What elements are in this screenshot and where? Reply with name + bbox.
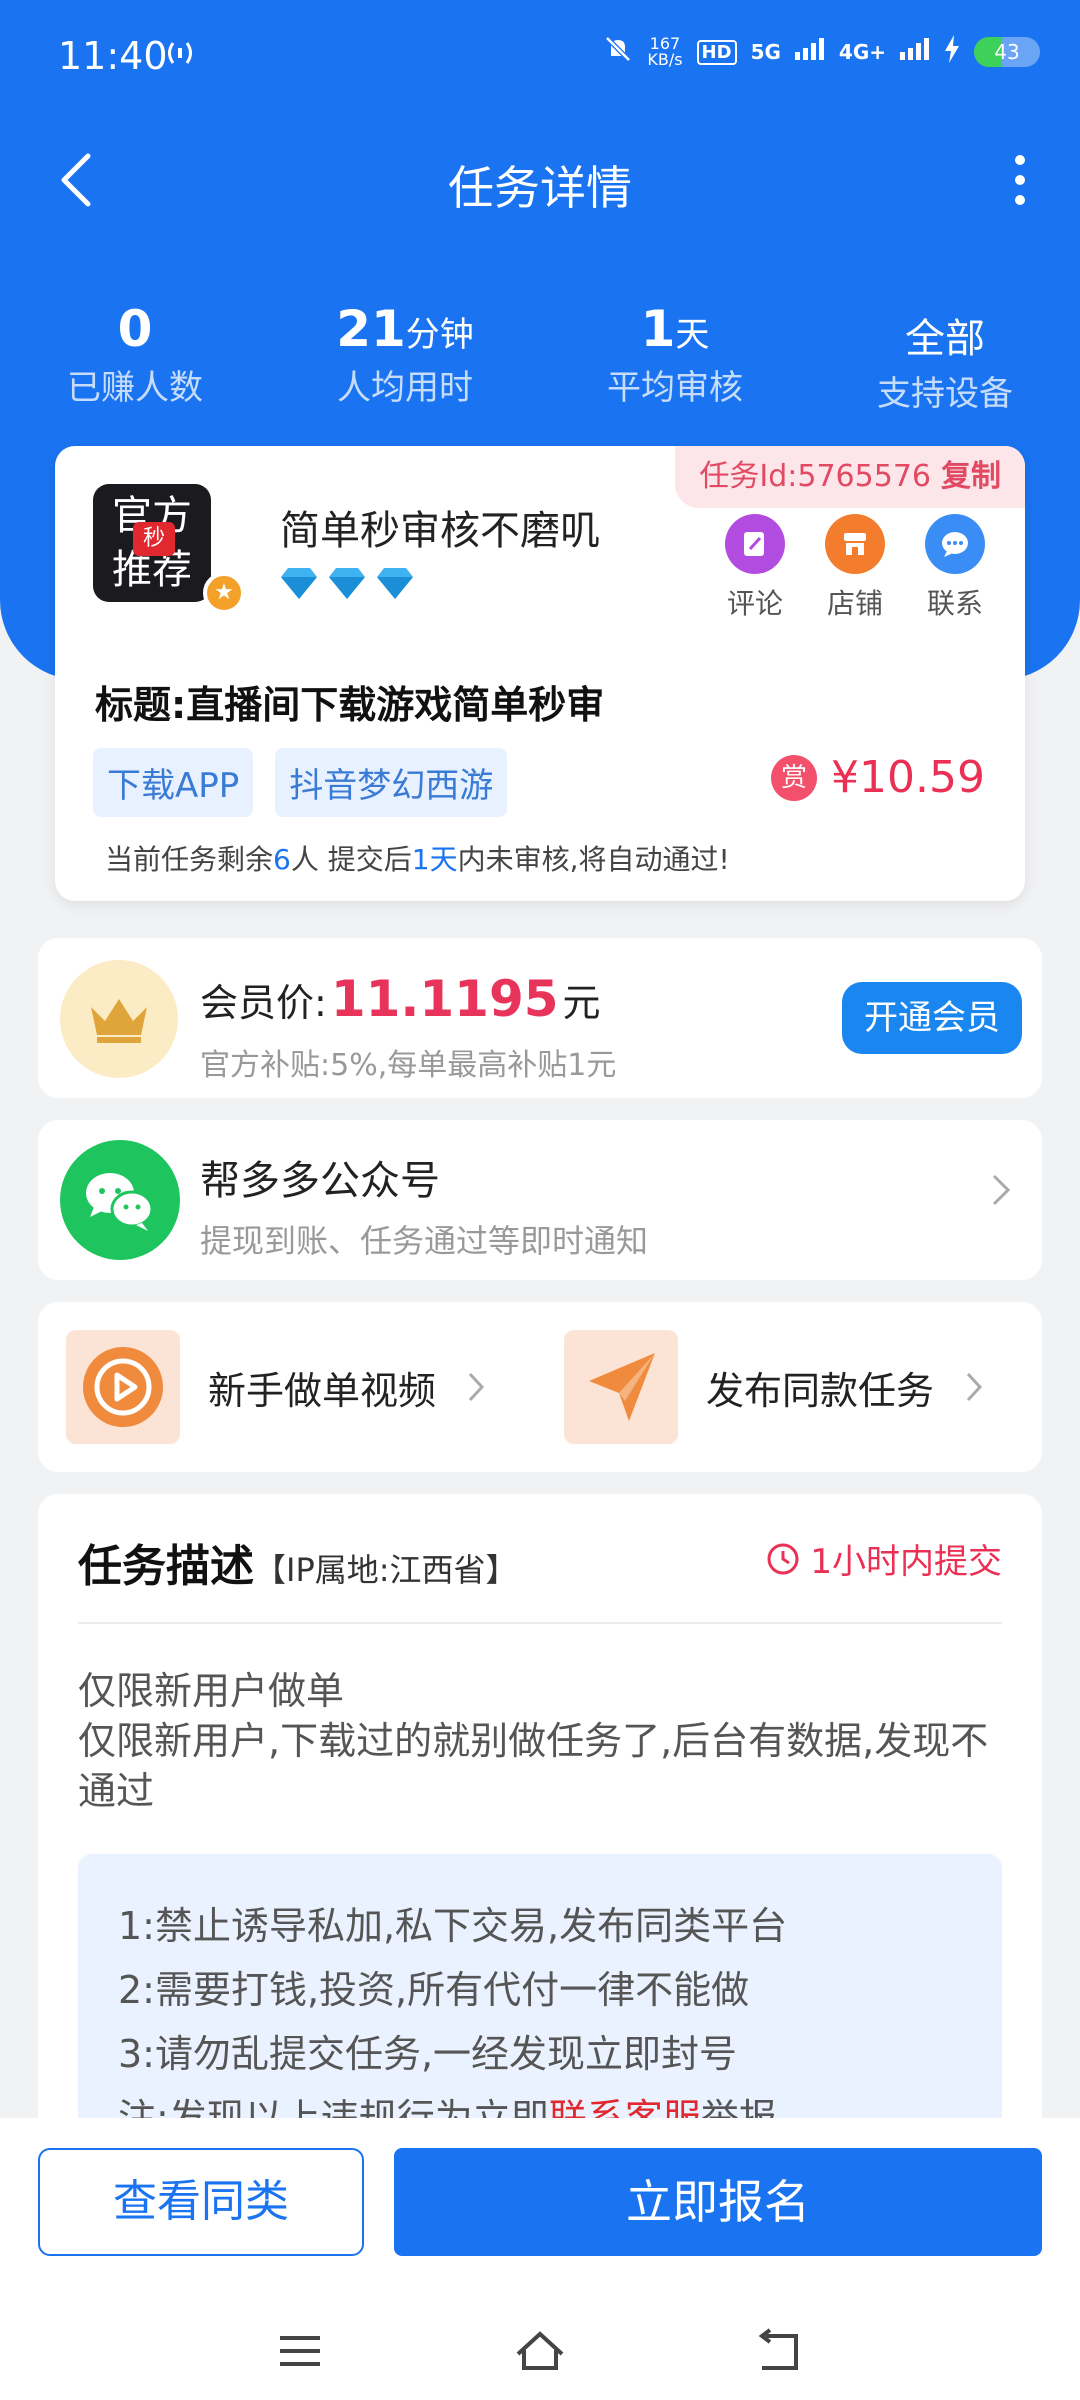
battery-indicator: 43 <box>974 37 1040 67</box>
crown-icon <box>60 960 178 1078</box>
task-stats: 0 已赚人数 21分钟 人均用时 1天 平均审核 全部 支持设备 <box>0 300 1080 420</box>
hd-icon: HD <box>696 39 737 65</box>
diamond-icon <box>377 568 413 599</box>
play-icon <box>66 1330 180 1444</box>
more-options-icon[interactable] <box>1000 150 1040 210</box>
stat-avg-review: 1天 平均审核 <box>607 300 743 408</box>
publish-same-task-link[interactable]: 发布同款任务 <box>564 1330 984 1444</box>
wechat-account-card[interactable]: 帮多多公众号 提现到账、任务通过等即时通知 <box>38 1120 1042 1280</box>
chat-icon <box>925 514 985 574</box>
stat-devices: 全部 支持设备 <box>877 316 1013 414</box>
view-similar-button[interactable]: 查看同类 <box>38 2148 364 2256</box>
logo-badge: 秒 <box>133 522 175 556</box>
task-id-badge: 任务Id:5765576 复制 <box>675 446 1025 508</box>
quick-actions-card: 新手做单视频 发布同款任务 <box>38 1302 1042 1472</box>
status-time: 11:40 <box>58 34 168 78</box>
diamond-icon <box>329 568 365 599</box>
reward-price: ¥10.59 <box>831 752 985 803</box>
diamond-icon <box>281 568 317 599</box>
task-id-label: 任务Id:5765576 <box>699 459 931 494</box>
wechat-title: 帮多多公众号 <box>200 1158 440 1204</box>
back-nav-icon[interactable] <box>750 2326 810 2376</box>
task-note: 当前任务剩余6人 提交后1天内未审核,将自动通过! <box>105 843 730 876</box>
task-description-card: 任务描述【IP属地:江西省】 1小时内提交 仅限新用户做单 仅限新用户,下载过的… <box>38 1494 1042 2214</box>
menu-icon[interactable] <box>270 2326 330 2376</box>
signal-icon <box>794 38 825 66</box>
bottom-action-bar: 查看同类 立即报名 <box>0 2118 1080 2400</box>
publisher-name: 简单秒审核不磨叽 <box>280 508 600 554</box>
network-4g: 4G+ <box>838 40 886 64</box>
wechat-subtitle: 提现到账、任务通过等即时通知 <box>200 1222 649 1260</box>
reward-badge: 赏 <box>771 754 818 801</box>
wechat-icon <box>60 1140 180 1260</box>
chevron-right-icon <box>468 1372 485 1402</box>
chevron-right-icon <box>990 1172 1012 1218</box>
vip-price: 会员价:11.1195 元 <box>200 970 601 1028</box>
publisher-logo: 官方 秒 推荐 ★ <box>93 484 245 614</box>
vip-subsidy-note: 官方补贴:5%,每单最高补贴1元 <box>200 1048 617 1083</box>
rule-item: 3:请勿乱提交任务,一经发现立即封号 <box>118 2032 738 2076</box>
task-actions: 评论 店铺 联系 <box>723 514 987 622</box>
comment-icon <box>725 514 785 574</box>
page-title: 任务详情 <box>448 161 632 215</box>
mute-icon <box>603 34 633 70</box>
task-title: 标题:直播间下载游戏简单秒审 <box>95 683 605 727</box>
comment-button[interactable]: 评论 <box>723 514 787 622</box>
time-limit: 1小时内提交 <box>766 1534 1002 1583</box>
chevron-right-icon <box>966 1372 983 1402</box>
reward: 赏 ¥10.59 <box>771 752 985 803</box>
task-card: 任务Id:5765576 复制 官方 秒 推荐 ★ 简单秒审核不磨叽 评论 店铺 <box>55 446 1025 901</box>
ip-location: 【IP属地:江西省】 <box>254 1551 518 1589</box>
nav-bar: 任务详情 <box>0 130 1080 230</box>
nfc-icon <box>163 40 197 73</box>
send-icon <box>564 1330 678 1444</box>
signal-icon <box>900 38 930 66</box>
task-tags: 下载APP 抖音梦幻西游 <box>93 748 508 817</box>
contact-button[interactable]: 联系 <box>923 514 987 622</box>
sign-up-button[interactable]: 立即报名 <box>394 2148 1042 2256</box>
divider <box>78 1622 1002 1624</box>
clock-icon <box>767 1543 799 1574</box>
rule-item: 1:禁止诱导私加,私下交易,发布同类平台 <box>118 1904 788 1948</box>
tutorial-video-link[interactable]: 新手做单视频 <box>66 1330 486 1444</box>
store-icon <box>825 514 885 574</box>
stat-avg-time: 21分钟 人均用时 <box>336 300 474 408</box>
description-heading: 任务描述【IP属地:江西省】 <box>78 1541 518 1592</box>
store-button[interactable]: 店铺 <box>823 514 887 622</box>
medal-icon: ★ <box>203 572 245 614</box>
description-body: 仅限新用户做单 仅限新用户,下载过的就别做任务了,后台有数据,发现不通过 <box>78 1669 989 1813</box>
status-bar: 11:40 167 KB/s HD 5G 4G+ 43 <box>0 0 1080 115</box>
system-nav-bar <box>0 2304 1080 2400</box>
stat-earned: 0 已赚人数 <box>67 300 203 408</box>
charging-icon <box>944 35 960 69</box>
rule-item: 2:需要打钱,投资,所有代付一律不能做 <box>118 1968 750 2012</box>
tag-item: 下载APP <box>93 748 254 817</box>
network-5g: 5G <box>750 40 781 64</box>
vip-price-card: 会员价:11.1195 元 官方补贴:5%,每单最高补贴1元 开通会员 <box>38 938 1042 1098</box>
open-vip-button[interactable]: 开通会员 <box>842 982 1022 1054</box>
home-icon[interactable] <box>510 2326 570 2376</box>
copy-id-button[interactable]: 复制 <box>941 459 1001 494</box>
rating-diamonds <box>280 566 414 600</box>
tag-item: 抖音梦幻西游 <box>275 748 508 817</box>
net-speed: 167 KB/s <box>647 34 683 69</box>
